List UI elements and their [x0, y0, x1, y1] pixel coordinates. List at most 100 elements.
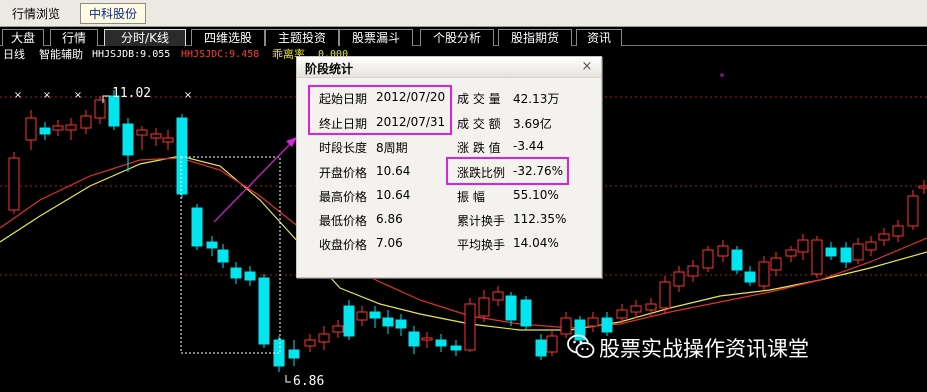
tab-loudou[interactable]: 股票漏斗 — [339, 29, 413, 46]
up-candle — [811, 239, 823, 275]
up-candle — [673, 271, 685, 287]
down-candle — [520, 299, 532, 327]
up-candle — [918, 185, 927, 189]
up-candle — [492, 291, 504, 301]
tab-siwei[interactable]: 四维选股 — [191, 29, 265, 46]
high-price-value: 11.02 — [112, 86, 152, 101]
cumulative-turnover-row: 累计换手 112.35% — [457, 212, 595, 228]
dialog-titlebar[interactable]: 阶段统计 × — [297, 57, 601, 78]
up-candle — [659, 281, 671, 309]
up-candle — [645, 303, 657, 311]
up-candle — [865, 241, 877, 251]
marker-x: × — [74, 90, 82, 101]
up-candle — [318, 333, 330, 343]
change-value-row: 涨 跌 值 -3.44 — [457, 139, 595, 155]
start-date-value: 2012/07/20 — [376, 90, 446, 104]
change-value-label: 涨 跌 值 — [457, 141, 501, 155]
tab-qihuo[interactable]: 股指期货 — [498, 29, 572, 46]
turnover-amount-label: 成 交 额 — [457, 117, 501, 131]
up-candle — [758, 261, 770, 287]
marker-x: × — [43, 90, 51, 101]
up-candle — [80, 115, 92, 129]
down-candle — [731, 249, 743, 271]
high-price-stat-value: 10.64 — [376, 188, 411, 202]
up-candle — [785, 249, 797, 257]
up-candle — [852, 243, 864, 261]
up-candle — [587, 317, 599, 327]
open-price-value: 10.64 — [376, 164, 411, 178]
end-date-label: 终止日期 — [319, 117, 368, 131]
open-price-row: 开盘价格 10.64 — [319, 164, 449, 180]
up-candle — [907, 195, 919, 227]
up-candle — [136, 129, 148, 136]
duration-label: 时段长度 — [319, 141, 368, 155]
change-ratio-row: 涨跌比例 -32.76% — [457, 164, 595, 180]
tab-zhuti[interactable]: 主题投资 — [265, 29, 339, 46]
period-label[interactable]: 日线 — [3, 47, 25, 62]
tab-hangqing[interactable]: 行情 — [50, 29, 98, 46]
average-turnover-value: 14.04% — [513, 236, 559, 250]
volume-label: 成 交 量 — [457, 92, 501, 106]
low-price-stat-label: 最低价格 — [319, 214, 368, 228]
down-candle — [39, 127, 51, 135]
up-candle — [892, 225, 904, 237]
down-candle — [343, 305, 355, 337]
annotation-arrow — [213, 139, 295, 223]
down-candle — [288, 349, 300, 359]
down-candle — [601, 317, 613, 333]
wechat-icon — [567, 334, 595, 358]
down-candle — [535, 339, 547, 357]
down-candle — [744, 271, 756, 283]
up-candle — [797, 239, 809, 253]
low-price-stat-value: 6.86 — [376, 212, 403, 226]
down-candle — [435, 339, 447, 347]
down-candle — [382, 317, 394, 327]
up-candle — [770, 257, 782, 271]
high-price-stat-label: 最高价格 — [319, 190, 368, 204]
indicator-1-value: HHJSJDB:9.055 — [92, 49, 171, 60]
stock-name-button[interactable]: 中科股份 — [80, 3, 146, 24]
up-candle — [717, 245, 729, 257]
up-candle — [702, 249, 714, 269]
marker-x: × — [14, 90, 22, 101]
cumulative-turnover-value: 112.35% — [513, 212, 567, 226]
change-value-value: -3.44 — [513, 139, 545, 153]
indicator-2-value: HHJSJDC:9.458 — [181, 49, 260, 60]
tab-bar: 大盘 行情 分时/K线 四维选股 主题投资 股票漏斗 个股分析 股指期货 资讯 — [0, 28, 927, 46]
close-price-value: 7.06 — [376, 236, 403, 250]
low-price-row: 最低价格 6.86 — [319, 212, 449, 228]
up-candle — [304, 339, 316, 347]
tab-dapan[interactable]: 大盘 — [2, 29, 44, 46]
top-toolbar: 行情浏览 中科股份 — [0, 0, 927, 27]
helper-label[interactable]: 智能辅助 — [39, 47, 83, 62]
turnover-amount-value: 3.69亿 — [513, 117, 552, 131]
down-candle — [450, 345, 462, 351]
start-date-row: 起始日期 2012/07/20 — [319, 90, 449, 106]
open-price-label: 开盘价格 — [319, 166, 368, 180]
cumulative-turnover-label: 累计换手 — [457, 214, 506, 228]
close-icon[interactable]: × — [579, 59, 595, 75]
stage-stats-dialog: 阶段统计 × 起始日期 2012/07/20 终止日期 2012/07/31 时… — [296, 56, 602, 278]
tab-zixun[interactable]: 资讯 — [576, 29, 622, 46]
market-browse-button[interactable]: 行情浏览 — [3, 3, 73, 24]
tab-gegu[interactable]: 个股分析 — [420, 29, 494, 46]
down-candle — [244, 271, 256, 281]
down-candle — [825, 247, 837, 257]
up-candle — [65, 124, 77, 131]
up-candle — [52, 125, 64, 131]
watermark-text: 股票实战操作资讯课堂 — [599, 337, 809, 361]
down-candle — [206, 241, 218, 249]
up-candle — [687, 265, 699, 277]
low-price-value: 6.86 — [293, 374, 325, 389]
high-price-row: 最高价格 10.64 — [319, 188, 449, 204]
down-candle — [395, 319, 407, 329]
dialog-title: 阶段统计 — [305, 62, 354, 76]
down-candle — [230, 267, 242, 279]
up-candle — [546, 335, 558, 353]
up-candle — [478, 297, 490, 317]
tab-kline[interactable]: 分时/K线 — [104, 29, 186, 46]
turnover-amount-row: 成 交 额 3.69亿 — [457, 115, 595, 131]
down-candle — [191, 207, 203, 247]
down-candle — [505, 295, 517, 321]
down-candle — [217, 249, 229, 263]
